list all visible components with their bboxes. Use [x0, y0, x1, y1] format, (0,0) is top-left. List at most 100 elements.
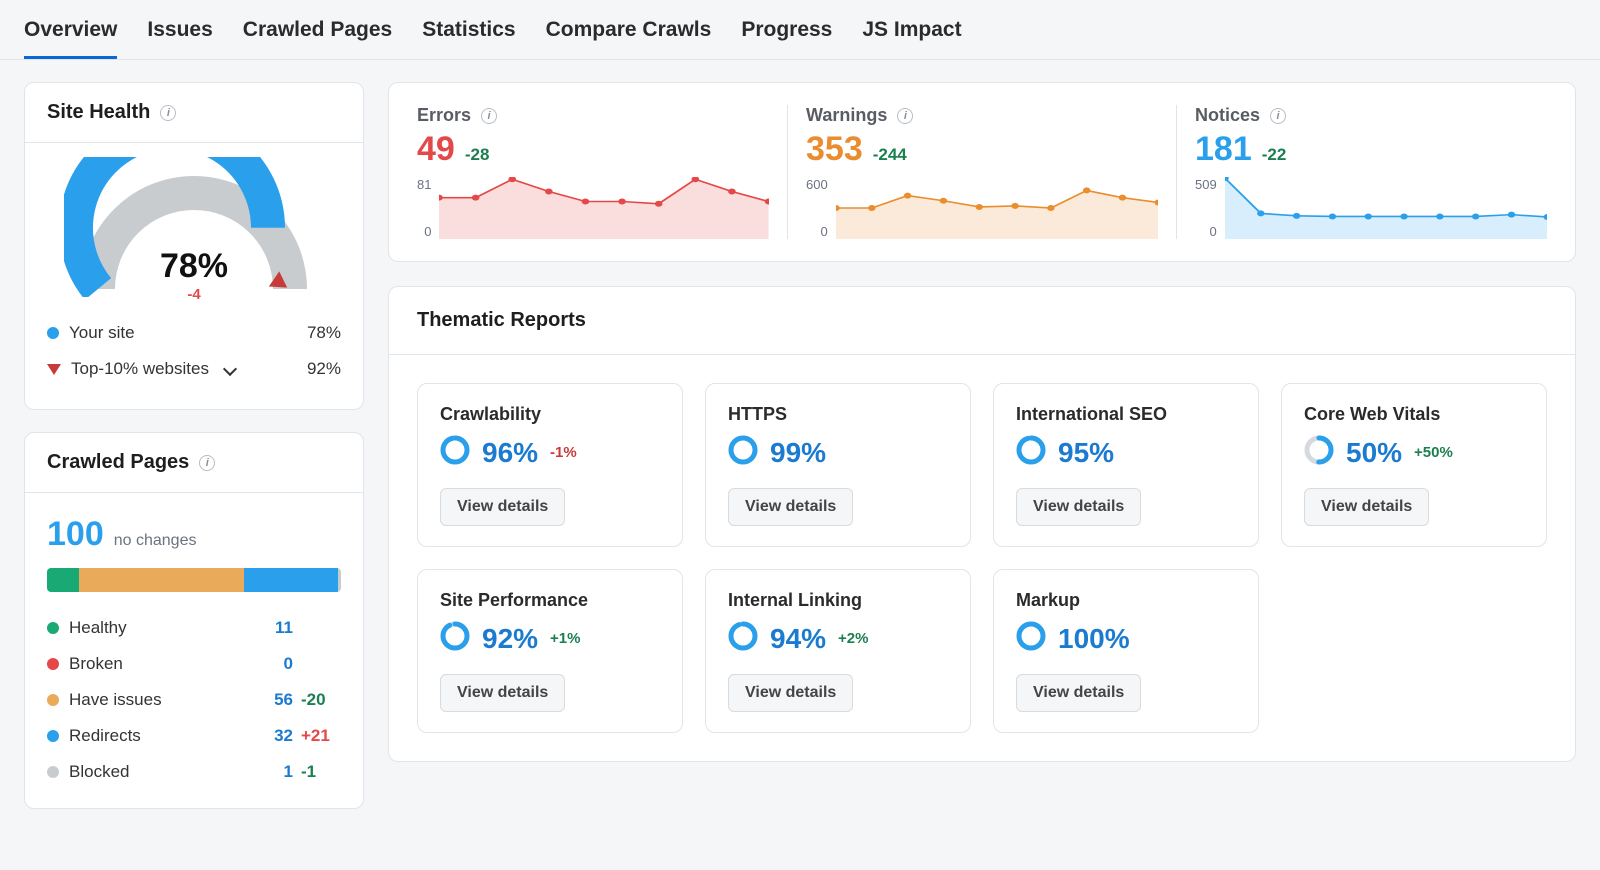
- crawled-pages-row[interactable]: Blocked 1-1: [47, 754, 341, 790]
- bar-segment-blocked[interactable]: [338, 568, 341, 592]
- site-health-legend: Your site 78% Top-10% websites92%: [25, 303, 363, 409]
- report-crawlability: Crawlability96% -1% View details: [417, 383, 683, 547]
- report-delta: +1%: [550, 630, 580, 647]
- stat-delta: -22: [1262, 145, 1287, 165]
- legend-label: Your site: [69, 323, 135, 343]
- report-https: HTTPS99% View details: [705, 383, 971, 547]
- dot-icon: [47, 730, 59, 742]
- report-title: International SEO: [1016, 404, 1236, 435]
- view-details-button[interactable]: View details: [440, 674, 565, 712]
- stat-errors[interactable]: Errorsi49-28810: [417, 105, 788, 239]
- tab-overview[interactable]: Overview: [24, 18, 117, 59]
- dot-icon: [47, 327, 59, 339]
- chevron-down-icon: [223, 362, 237, 376]
- view-details-button[interactable]: View details: [1016, 488, 1141, 526]
- donut-icon: [728, 621, 758, 656]
- bar-segment-redirects[interactable]: [244, 568, 338, 592]
- view-details-button[interactable]: View details: [728, 488, 853, 526]
- row-value: 32: [249, 726, 293, 746]
- stat-delta: -244: [873, 145, 907, 165]
- dot-icon: [47, 766, 59, 778]
- site-health-gauge: 78% -4: [25, 143, 363, 303]
- view-details-button[interactable]: View details: [440, 488, 565, 526]
- stat-notices[interactable]: Noticesi181-225090: [1177, 105, 1547, 239]
- thematic-reports-title: Thematic Reports: [389, 287, 1575, 355]
- thematic-reports-grid: Crawlability96% -1% View details HTTPS99% Vi…: [389, 355, 1575, 761]
- donut-icon: [1016, 435, 1046, 470]
- report-delta: +2%: [838, 630, 868, 647]
- report-delta: +50%: [1414, 444, 1453, 461]
- legend-label: Top-10% websites: [71, 359, 209, 379]
- donut-icon: [440, 621, 470, 656]
- row-label: Healthy: [69, 618, 127, 638]
- report-title: Internal Linking: [728, 590, 948, 621]
- tab-statistics[interactable]: Statistics: [422, 18, 515, 59]
- report-international-seo: International SEO95% View details: [993, 383, 1259, 547]
- row-label: Redirects: [69, 726, 141, 746]
- row-value: 1: [249, 762, 293, 782]
- row-delta: -1: [293, 762, 341, 782]
- info-icon[interactable]: i: [1270, 108, 1286, 124]
- report-title: Markup: [1016, 590, 1236, 621]
- stat-value: 181: [1195, 130, 1252, 169]
- crawled-pages-total: 100: [47, 515, 104, 554]
- row-delta: -20: [293, 690, 341, 710]
- issue-summary-card: Errorsi49-28810Warningsi353-2446000Notic…: [388, 82, 1576, 262]
- row-delta: +21: [293, 726, 341, 746]
- crawled-pages-bar: [47, 568, 341, 592]
- site-health-title: Site Health: [47, 101, 150, 124]
- crawled-pages-card: Crawled Pages i 100 no changes Healthy11…: [24, 432, 364, 809]
- dot-icon: [47, 622, 59, 634]
- legend-value: 78%: [307, 323, 341, 343]
- view-details-button[interactable]: View details: [728, 674, 853, 712]
- report-value: 50%: [1346, 437, 1402, 469]
- dot-icon: [47, 694, 59, 706]
- site-health-legend-row: Your site 78%: [47, 315, 341, 351]
- info-icon[interactable]: i: [481, 108, 497, 124]
- info-icon[interactable]: i: [199, 455, 215, 471]
- report-title: HTTPS: [728, 404, 948, 435]
- tab-issues[interactable]: Issues: [147, 18, 212, 59]
- thematic-reports-card: Thematic Reports Crawlability96% -1% View …: [388, 286, 1576, 762]
- donut-icon: [728, 435, 758, 470]
- report-value: 92%: [482, 623, 538, 655]
- bar-segment-have_issues[interactable]: [79, 568, 244, 592]
- report-markup: Markup100%View details: [993, 569, 1259, 733]
- bar-segment-healthy[interactable]: [47, 568, 79, 592]
- report-value: 96%: [482, 437, 538, 469]
- crawled-pages-row[interactable]: Healthy11: [47, 610, 341, 646]
- tab-progress[interactable]: Progress: [741, 18, 832, 59]
- report-delta: -1%: [550, 444, 577, 461]
- report-value: 99%: [770, 437, 826, 469]
- site-health-header: Site Health i: [25, 83, 363, 143]
- report-value: 95%: [1058, 437, 1114, 469]
- donut-icon: [1304, 435, 1334, 470]
- info-icon[interactable]: i: [160, 105, 176, 121]
- donut-icon: [1016, 621, 1046, 656]
- dot-icon: [47, 658, 59, 670]
- site-health-legend-row[interactable]: Top-10% websites92%: [47, 351, 341, 387]
- tab-js-impact[interactable]: JS Impact: [862, 18, 961, 59]
- row-label: Blocked: [69, 762, 129, 782]
- tab-bar: Overview Issues Crawled Pages Statistics Com…: [0, 0, 1600, 60]
- stat-title: Errors: [417, 105, 471, 126]
- tab-crawled-pages[interactable]: Crawled Pages: [243, 18, 392, 59]
- report-internal-linking: Internal Linking94% +2% View details: [705, 569, 971, 733]
- stat-warnings[interactable]: Warningsi353-2446000: [788, 105, 1177, 239]
- view-details-button[interactable]: View details: [1304, 488, 1429, 526]
- crawled-pages-row[interactable]: Have issues56-20: [47, 682, 341, 718]
- stat-value: 49: [417, 130, 455, 169]
- report-title: Core Web Vitals: [1304, 404, 1524, 435]
- report-title: Site Performance: [440, 590, 660, 621]
- stat-value: 353: [806, 130, 863, 169]
- report-value: 94%: [770, 623, 826, 655]
- tab-compare-crawls[interactable]: Compare Crawls: [546, 18, 712, 59]
- stat-title: Notices: [1195, 105, 1260, 126]
- crawled-pages-title: Crawled Pages: [47, 451, 189, 474]
- crawled-pages-row[interactable]: Redirects 32+21: [47, 718, 341, 754]
- report-title: Crawlability: [440, 404, 660, 435]
- info-icon[interactable]: i: [897, 108, 913, 124]
- crawled-pages-rows: Healthy11Broken0Have issues56-20Redirect…: [47, 610, 341, 790]
- crawled-pages-row[interactable]: Broken0: [47, 646, 341, 682]
- view-details-button[interactable]: View details: [1016, 674, 1141, 712]
